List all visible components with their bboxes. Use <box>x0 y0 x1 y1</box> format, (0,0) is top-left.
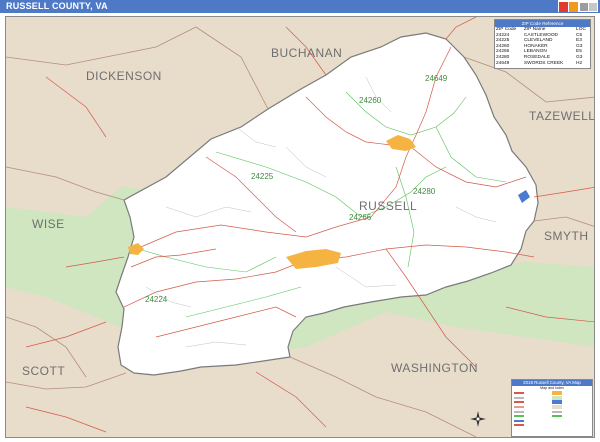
table-row: 24225 CLEVELAND E3 <box>495 38 590 44</box>
county-label-dickenson: DICKENSON <box>86 69 162 83</box>
county-label-buchanan: BUCHANAN <box>271 46 343 60</box>
loc-cell: H2 <box>576 60 583 66</box>
zip-label-24224: 24224 <box>145 295 168 304</box>
map-title: RUSSELL COUNTY, VA <box>6 1 108 11</box>
table-row: 24649 SWORDS CREEK H2 <box>495 61 590 67</box>
legend-item <box>552 414 590 419</box>
legend-right-column <box>552 391 590 428</box>
zip-label-24260: 24260 <box>359 96 382 105</box>
zip-label-24280: 24280 <box>413 187 436 196</box>
zip-cell: 24649 <box>496 60 510 66</box>
county-label-wise: WISE <box>32 217 65 231</box>
county-label-russell: RUSSELL <box>359 199 418 213</box>
zip-table: ZIP Code ZIP Name LOC 24224 CASTLEWOOD C… <box>495 27 590 66</box>
zip-label-24225: 24225 <box>251 172 274 181</box>
legend-item <box>514 423 552 428</box>
county-label-tazewell: TAZEWELL <box>529 109 595 123</box>
zip-table-header-row: ZIP Code ZIP Name LOC <box>495 27 590 33</box>
logo-icon <box>559 2 597 12</box>
zip-code-table: ZIP Code Reference ZIP Code ZIP Name LOC… <box>494 19 591 69</box>
county-label-smyth: SMYTH <box>544 229 589 243</box>
name-cell: SWORDS CREEK <box>523 60 564 66</box>
compass-rose-icon <box>470 411 486 427</box>
table-row: 24280 ROSEDALE G3 <box>495 55 590 61</box>
zip-label-24649: 24649 <box>425 74 448 83</box>
county-label-washington: WASHINGTON <box>391 361 479 375</box>
map-frame: DICKENSON BUCHANAN TAZEWELL WISE RUSSELL… <box>5 16 595 438</box>
map-legend: 2018 Russell County, VA Map Map and Inde… <box>511 379 593 437</box>
zip-table-title: ZIP Code Reference <box>495 20 590 27</box>
map-header: RUSSELL COUNTY, VA <box>0 0 600 13</box>
legend-columns <box>512 391 592 428</box>
legend-left-column <box>514 391 552 428</box>
county-label-scott: SCOTT <box>22 364 66 378</box>
zip-label-24266: 24266 <box>349 213 372 222</box>
publisher-logo <box>558 0 598 12</box>
